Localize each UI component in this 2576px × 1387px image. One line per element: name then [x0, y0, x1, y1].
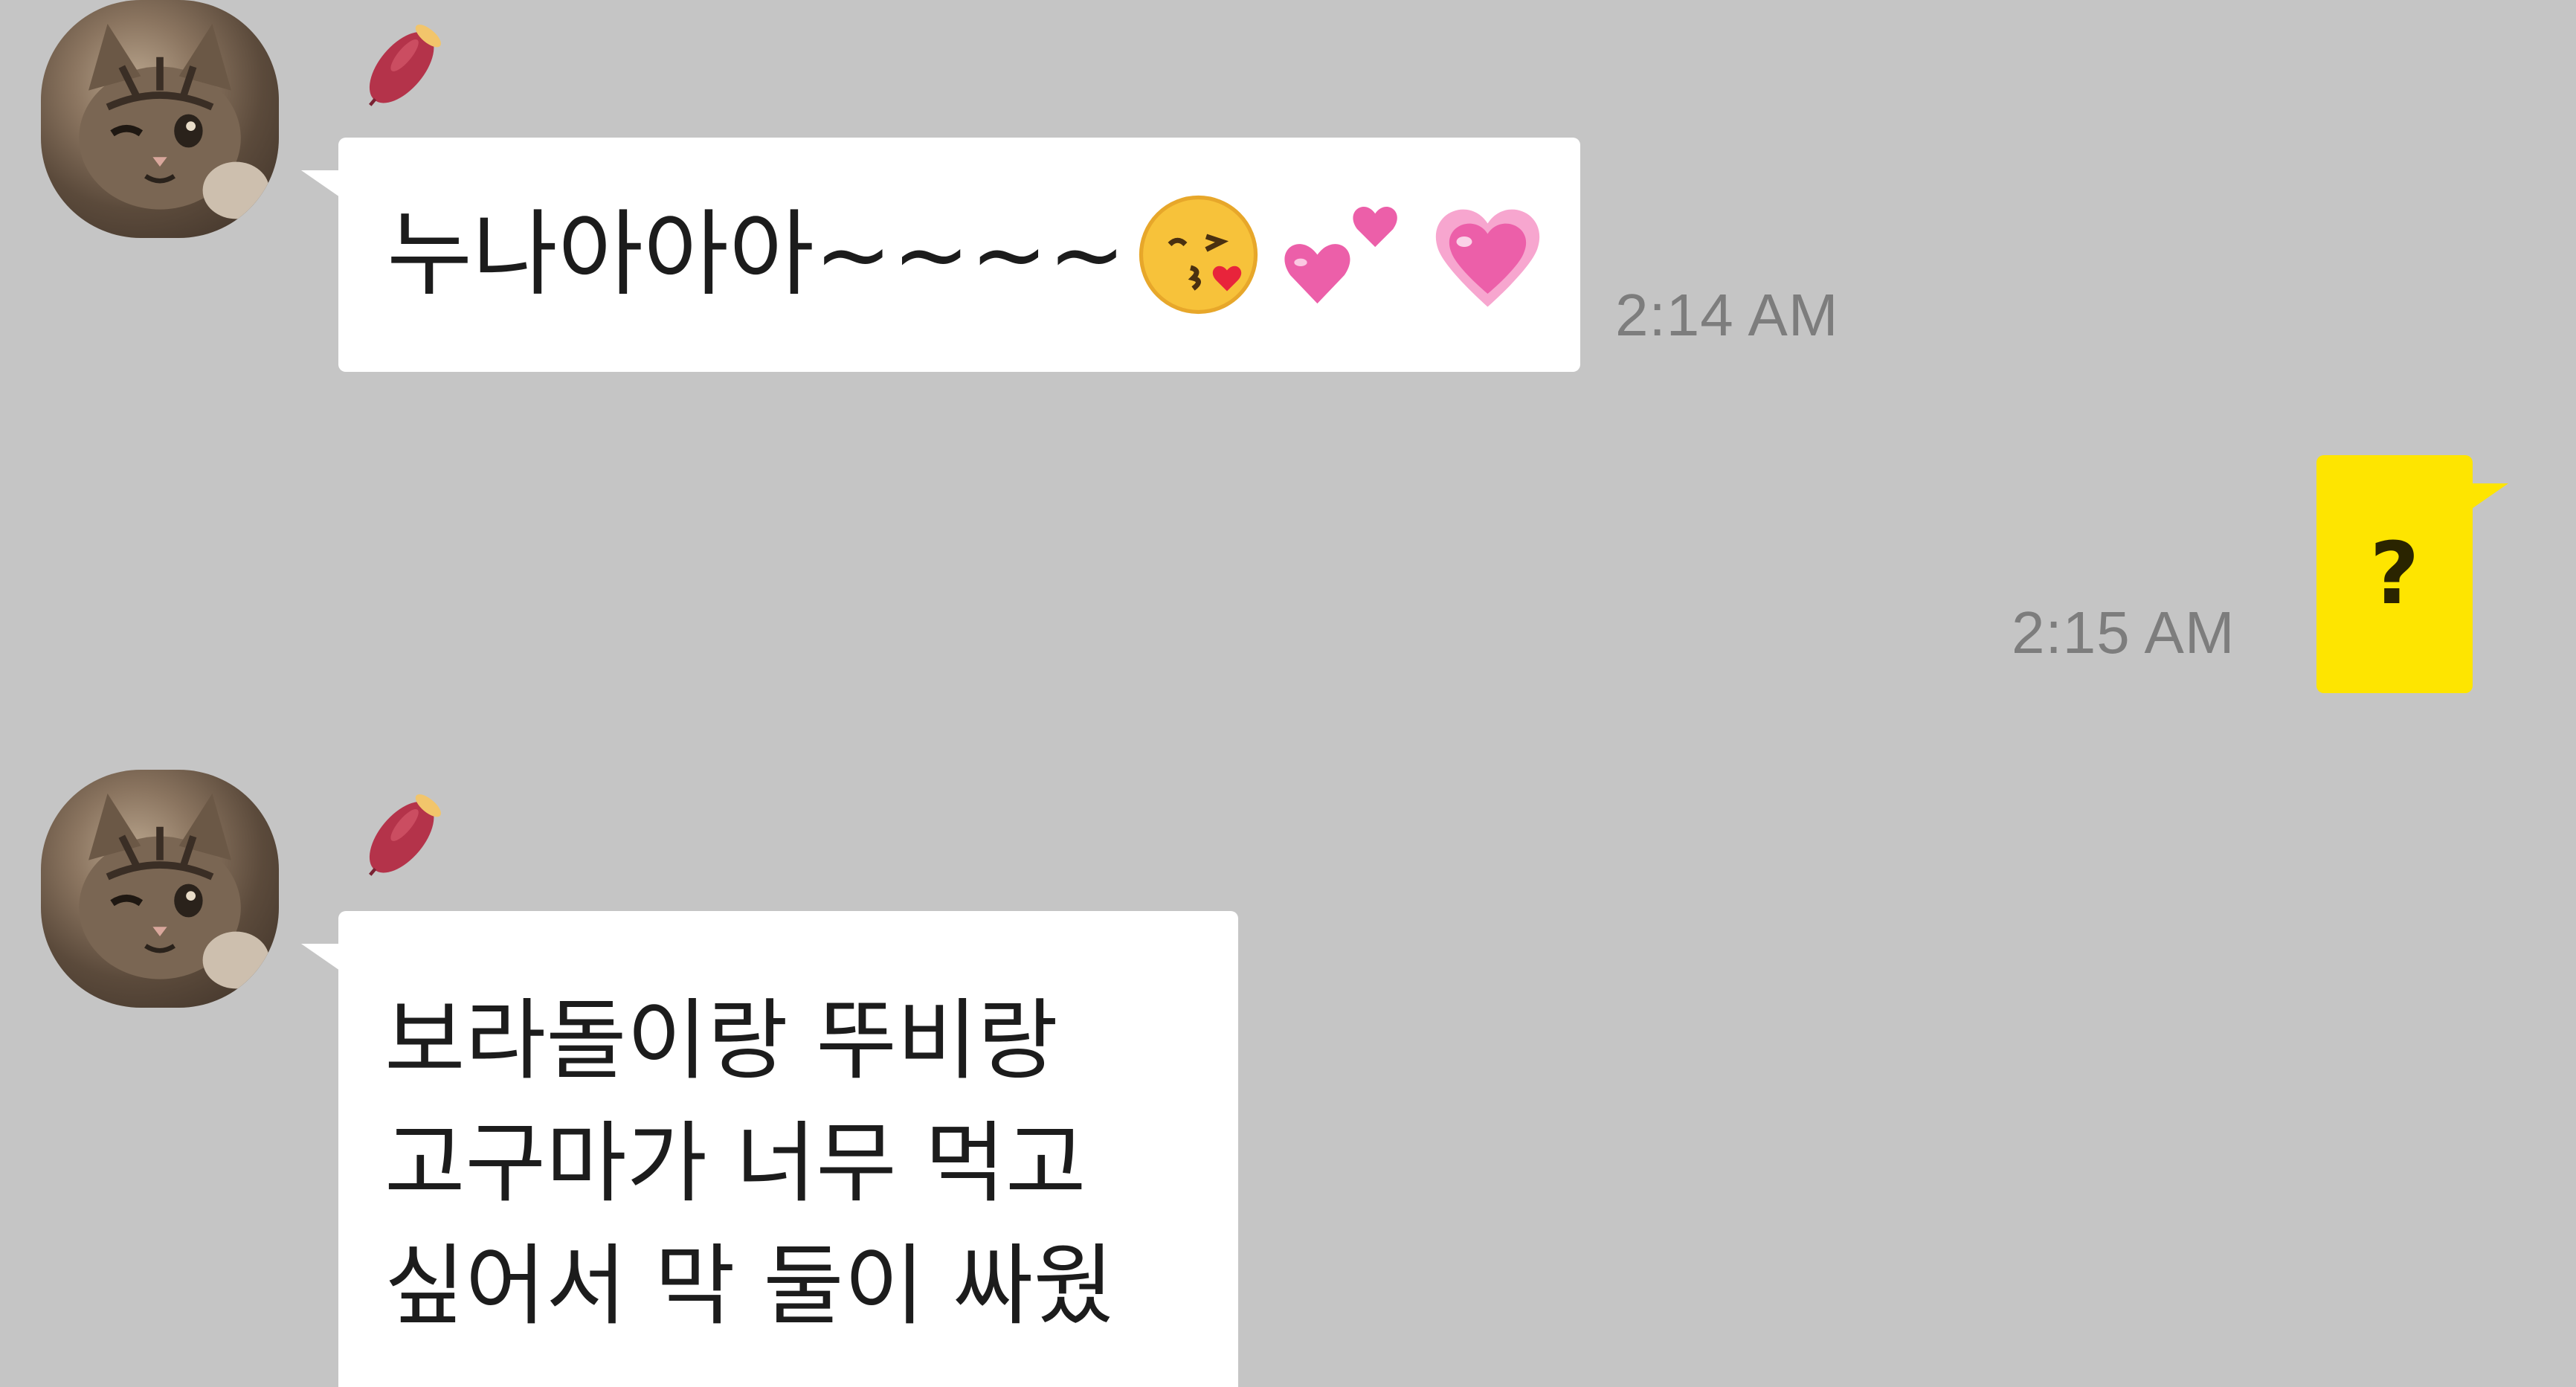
incoming-message-bubble[interactable]: 보라돌이랑 뚜비랑 고구마가 너무 먹고 싶어서 막 둘이 싸웠: [301, 911, 1238, 1387]
sweet-potato-icon: [350, 777, 461, 889]
profile-avatar[interactable]: [41, 0, 279, 238]
incoming-message-bubble[interactable]: 누나아아아~~~~: [301, 138, 1580, 372]
cat-avatar-icon: [79, 24, 270, 219]
kiss-emoji-icon: [1139, 195, 1258, 315]
emoji-group: [1133, 190, 1553, 320]
sweet-potato-icon: [350, 7, 461, 119]
chat-room: 누나아아아~~~~ 2:14 AM 2:15 AM ? 보라돌이랑 뚜비랑 고구…: [0, 0, 2576, 1387]
growing-heart-emoji-icon: [1435, 209, 1540, 307]
message-text: ?: [2369, 524, 2420, 624]
message-text: 보라돌이랑 뚜비랑 고구마가 너무 먹고 싶어서 막 둘이 싸웠: [384, 989, 1115, 1337]
message-text: 누나아아아~~~~: [387, 201, 1126, 309]
message-timestamp: 2:15 AM: [2012, 599, 2235, 666]
outgoing-message-bubble[interactable]: ?: [2316, 455, 2508, 693]
two-hearts-emoji-icon: [1284, 206, 1397, 304]
profile-avatar[interactable]: [41, 770, 279, 1008]
cat-avatar-icon: [79, 794, 270, 989]
message-timestamp: 2:14 AM: [1615, 282, 1839, 348]
